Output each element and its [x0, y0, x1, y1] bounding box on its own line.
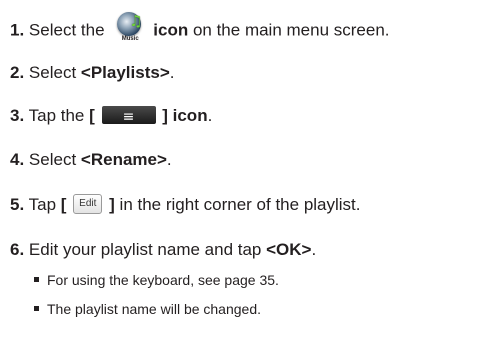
music-note-icon: ♫: [129, 12, 143, 30]
bracket-open: [: [89, 106, 95, 125]
step-4: 4. Select <Rename>.: [10, 150, 172, 170]
step-bold-text: ] icon: [162, 106, 208, 125]
bullet-icon: [34, 305, 39, 311]
edit-button-icon: Edit: [73, 193, 103, 214]
step-bold-text: <Rename>: [80, 150, 167, 169]
bracket-close: ]: [109, 195, 115, 214]
step-text: .: [311, 240, 317, 259]
step-bold-text: <OK>: [266, 240, 312, 259]
step-text: .: [166, 150, 172, 169]
note-text: For using the keyboard, see page 35.: [47, 272, 279, 288]
step-bold-text: <Playlists>: [80, 63, 170, 82]
step-number: 3.: [10, 106, 25, 125]
music-icon-caption: Music: [121, 36, 139, 42]
step-text: Tap: [28, 195, 57, 214]
step-text: Select the: [28, 20, 105, 40]
step-number: 6.: [10, 240, 25, 259]
step-text: on the main menu screen.: [192, 20, 390, 40]
step-1: 1. Select the ♫ Music icon on the main m…: [10, 12, 390, 48]
step-number: 4.: [10, 150, 25, 169]
step-3: 3. Tap the [ ≡ ] icon.: [10, 105, 213, 126]
step-2: 2. Select <Playlists>.: [10, 63, 174, 83]
step-text: in the right corner of the playlist.: [119, 195, 361, 214]
step-number: 1.: [10, 20, 25, 40]
menu-key-icon: ≡: [101, 105, 156, 125]
step-text: .: [207, 106, 213, 125]
bullet-icon: [34, 276, 39, 282]
step-6: 6. Edit your playlist name and tap <OK>.: [10, 240, 316, 260]
step-text: Edit your playlist name and tap: [28, 240, 262, 259]
note-text: The playlist name will be changed.: [47, 301, 262, 317]
step-5: 5. Tap [ Edit ] in the right corner of t…: [10, 193, 361, 216]
step-text: .: [169, 63, 175, 82]
note-keyboard: For using the keyboard, see page 35.: [34, 272, 279, 289]
step-text: Tap the: [28, 106, 85, 125]
step-bold-text: icon: [153, 20, 189, 40]
note-name-changed: The playlist name will be changed.: [34, 301, 261, 318]
music-app-icon: ♫ Music: [115, 10, 145, 44]
step-number: 2.: [10, 63, 25, 82]
menu-lines-icon: ≡: [122, 108, 135, 125]
step-text: Select: [28, 150, 77, 169]
bracket-open: [: [60, 195, 67, 214]
step-text: Select: [28, 63, 77, 82]
step-number: 5.: [10, 195, 25, 214]
